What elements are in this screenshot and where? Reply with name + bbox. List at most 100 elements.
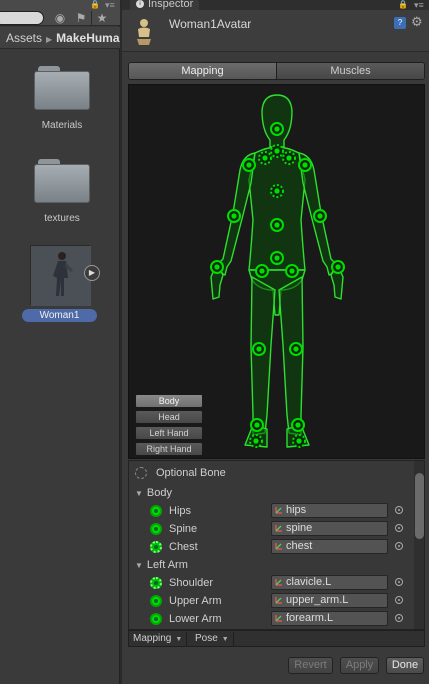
bone-transform-value: clavicle.L: [286, 576, 332, 588]
help-icon[interactable]: ?: [394, 17, 406, 29]
apply-button[interactable]: Apply: [340, 657, 379, 674]
gear-icon[interactable]: ⚙: [411, 14, 423, 30]
bone-list-scrollbar[interactable]: [414, 461, 424, 629]
bone-transform-field[interactable]: spine: [271, 521, 388, 536]
object-picker-icon[interactable]: [395, 524, 403, 532]
bone-transform-field[interactable]: forearm.L: [271, 611, 388, 626]
panel-menu-icon[interactable]: ▾≡: [105, 0, 115, 11]
bone-joint-head[interactable]: [270, 122, 284, 136]
inspector-panel: i Inspector 🔒 ▾≡ Woman1Avatar ? ⚙ Mapping…: [122, 0, 429, 684]
group-body-foldout[interactable]: ▼ Body: [135, 485, 172, 501]
bone-transform-value: hips: [286, 504, 307, 516]
lock-icon[interactable]: 🔒: [398, 0, 408, 9]
bone-row-spine: Spine spine: [129, 520, 414, 538]
avatar-model-thumbnail[interactable]: [30, 245, 91, 306]
tab-muscles[interactable]: Muscles: [276, 63, 424, 79]
bone-joint-right-lower-arm[interactable]: [313, 209, 327, 223]
object-picker-icon[interactable]: [395, 578, 403, 586]
bone-joint-left-hand[interactable]: [210, 260, 224, 274]
bone-transform-field[interactable]: clavicle.L: [271, 575, 388, 590]
mapping-muscles-tabs: Mapping Muscles: [128, 62, 425, 80]
bone-joint-left-lower-leg[interactable]: [252, 342, 266, 356]
body-part-view-selector: Body Head Left Hand Right Hand: [135, 394, 203, 458]
bone-optional-mapped-icon[interactable]: [150, 541, 162, 553]
object-picker-icon[interactable]: [395, 596, 403, 604]
bone-mapped-icon[interactable]: [150, 613, 162, 625]
bone-joint-left-toes[interactable]: [249, 434, 263, 448]
bone-joint-right-foot[interactable]: [291, 418, 305, 432]
pose-dropdown[interactable]: Pose ▼: [191, 632, 234, 646]
bone-row-lower-arm: Lower Arm forearm.L: [129, 610, 414, 628]
bone-transform-field[interactable]: upper_arm.L: [271, 593, 388, 608]
bone-mapping-list: Optional Bone ▼ Body Hips hips Spine spin…: [128, 460, 425, 630]
object-picker-icon[interactable]: [395, 542, 403, 550]
bone-joint-left-upper-leg[interactable]: [255, 264, 269, 278]
folder-icon: [34, 159, 90, 203]
bone-row-shoulder: Shoulder clavicle.L: [129, 574, 414, 592]
bone-joint-right-lower-leg[interactable]: [289, 342, 303, 356]
project-toolbar: ◉ ⚑ ★ 🔒 ▾≡: [0, 0, 120, 26]
search-input[interactable]: [0, 11, 44, 25]
bone-joint-right-upper-leg[interactable]: [285, 264, 299, 278]
bone-joint-right-upper-arm[interactable]: [298, 158, 312, 172]
asset-label: textures: [44, 213, 80, 224]
bone-joint-spine[interactable]: [270, 218, 284, 232]
group-left-arm-foldout[interactable]: ▼ Left Arm: [135, 557, 188, 573]
bone-transform-value: forearm.L: [286, 612, 334, 624]
bone-transform-value: spine: [286, 522, 313, 534]
bone-joint-left-upper-arm[interactable]: [242, 158, 256, 172]
expand-play-icon[interactable]: ▶: [84, 265, 100, 281]
bone-joint-right-toes[interactable]: [292, 434, 306, 448]
object-picker-icon[interactable]: [395, 506, 403, 514]
bone-transform-field[interactable]: hips: [271, 503, 388, 518]
mapping-dropdown[interactable]: Mapping ▼: [129, 632, 188, 646]
lock-icon[interactable]: 🔒: [90, 0, 100, 9]
favorites-star-icon[interactable]: ★: [95, 11, 109, 25]
bone-joint-left-foot[interactable]: [250, 418, 264, 432]
bone-mapped-icon[interactable]: [150, 523, 162, 535]
asset-textures-folder[interactable]: textures: [22, 159, 102, 224]
scrollbar-thumb[interactable]: [415, 473, 424, 539]
inspector-tab-bar: i Inspector 🔒 ▾≡: [122, 0, 429, 10]
bone-joint-chest[interactable]: [270, 184, 284, 198]
tab-mapping[interactable]: Mapping: [129, 63, 276, 79]
view-left-hand-button[interactable]: Left Hand: [135, 426, 203, 440]
tab-inspector[interactable]: i Inspector: [130, 0, 200, 10]
done-button[interactable]: Done: [386, 657, 424, 674]
object-picker-icon[interactable]: [395, 614, 403, 622]
bone-row-chest: Chest chest: [129, 538, 414, 556]
bone-joint-left-shoulder[interactable]: [258, 151, 272, 165]
foldout-arrow-icon: ▼: [135, 489, 143, 498]
revert-button[interactable]: Revert: [288, 657, 333, 674]
asset-label-selected[interactable]: Woman1: [22, 309, 97, 322]
bone-mapped-icon[interactable]: [150, 505, 162, 517]
breadcrumb: Assets ▶ MakeHuma: [0, 27, 120, 49]
bone-joint-neck[interactable]: [270, 144, 284, 158]
filter-type-icon[interactable]: ◉: [53, 11, 67, 25]
transform-icon: [275, 543, 282, 550]
view-right-hand-button[interactable]: Right Hand: [135, 442, 203, 456]
bone-joint-left-lower-arm[interactable]: [227, 209, 241, 223]
folder-icon: [34, 66, 90, 110]
bone-row-upper-arm: Upper Arm upper_arm.L: [129, 592, 414, 610]
bone-joint-right-shoulder[interactable]: [282, 151, 296, 165]
filter-label-icon[interactable]: ⚑: [74, 11, 88, 25]
bone-joint-hips[interactable]: [270, 251, 284, 265]
bone-name: Lower Arm: [169, 613, 222, 625]
view-head-button[interactable]: Head: [135, 410, 203, 424]
breadcrumb-arrow-icon: ▶: [46, 35, 53, 44]
transform-icon: [275, 615, 282, 622]
optional-bone-label: Optional Bone: [156, 467, 226, 479]
foldout-arrow-icon: ▼: [135, 561, 143, 570]
view-body-button[interactable]: Body: [135, 394, 203, 408]
bone-mapped-icon[interactable]: [150, 595, 162, 607]
breadcrumb-current[interactable]: MakeHuma: [56, 31, 119, 45]
bone-joint-right-hand[interactable]: [331, 260, 345, 274]
asset-materials-folder[interactable]: Materials: [22, 66, 102, 131]
optional-bone-legend: Optional Bone: [135, 465, 226, 481]
bone-transform-field[interactable]: chest: [271, 539, 388, 554]
bone-optional-mapped-icon[interactable]: [150, 577, 162, 589]
bone-transform-value: chest: [286, 540, 313, 552]
breadcrumb-assets[interactable]: Assets: [6, 31, 42, 45]
action-buttons-row: Revert Apply Done: [122, 655, 429, 677]
